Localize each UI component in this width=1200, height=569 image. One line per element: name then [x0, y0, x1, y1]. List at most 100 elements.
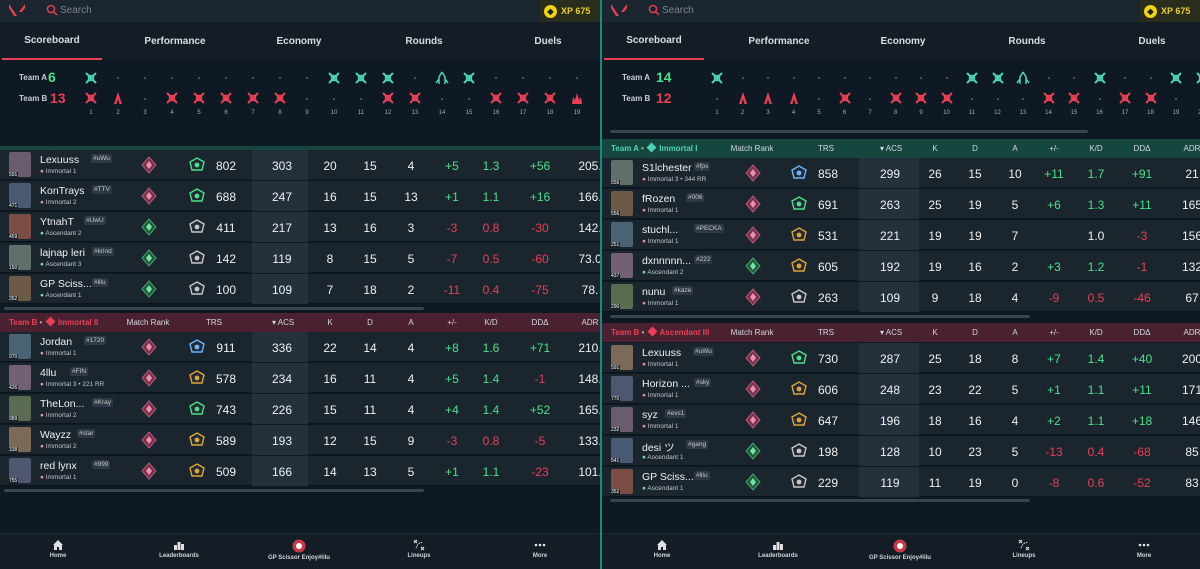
round-7-team-b-elim-icon[interactable] — [246, 91, 260, 105]
round-9-team-b-elim-icon[interactable] — [914, 91, 928, 105]
round-2-team-b-spike-icon[interactable] — [111, 91, 125, 105]
player-row[interactable]: 591 Lexuuss #uWu ● Immortal 1 802 303 20 15 4 +5 1… — [0, 150, 600, 180]
player-row[interactable]: 591 Lexuuss #uWu ● Immortal 1 730 287 25 18 8 +7 1… — [602, 343, 1200, 373]
player-name[interactable]: lajnap leri — [40, 247, 85, 259]
nav-item-0[interactable]: Home — [612, 539, 712, 559]
search-input[interactable] — [662, 2, 962, 18]
tab-rounds[interactable]: Rounds — [977, 22, 1077, 60]
tab-economy[interactable]: Economy — [249, 22, 349, 60]
player-row[interactable]: 970 Jordan #1720 ● Immortal 1 911 336 22 14 4 +8 1… — [0, 332, 600, 362]
nav-item-0[interactable]: Home — [8, 539, 108, 559]
nav-item-2[interactable]: GP Scissor Enjoy#lilu — [249, 539, 349, 561]
round-3-team-b-spike-icon[interactable] — [761, 91, 775, 105]
column-a[interactable]: A — [1012, 144, 1017, 153]
column-k[interactable]: K — [932, 328, 937, 337]
round-6-team-b-elim-icon[interactable] — [219, 91, 233, 105]
player-name[interactable]: syz — [642, 409, 658, 421]
column-k[interactable]: K — [327, 318, 332, 327]
round-6-team-b-elim-icon[interactable] — [838, 91, 852, 105]
nav-item-3[interactable]: Lineups — [369, 539, 469, 559]
column-d[interactable]: D — [972, 328, 978, 337]
column-acs[interactable]: ACS — [886, 328, 902, 337]
column-d[interactable]: D — [367, 318, 373, 327]
nav-item-1[interactable]: Leaderboards — [728, 539, 828, 559]
player-name[interactable]: 4llu — [40, 367, 56, 379]
round-17-team-b-elim-icon[interactable] — [1118, 91, 1132, 105]
player-name[interactable]: nunu — [642, 286, 665, 298]
column-adr[interactable]: ADR — [1184, 328, 1200, 337]
column-kd[interactable]: K/D — [484, 318, 497, 327]
search-icon[interactable] — [46, 4, 58, 16]
tab-performance[interactable]: Performance — [125, 22, 225, 60]
player-name[interactable]: Jordan — [40, 336, 72, 348]
tab-duels[interactable]: Duels — [1102, 22, 1200, 60]
team-b-scrollbar[interactable] — [610, 499, 1030, 502]
column-dd[interactable]: DDΔ — [1134, 328, 1151, 337]
timeline-scrollbar[interactable] — [610, 130, 1088, 133]
player-name[interactable]: Wayzz — [40, 429, 71, 441]
nav-item-4[interactable]: More — [490, 539, 590, 559]
xp-badge[interactable]: ◆ XP 675 — [1140, 0, 1200, 22]
column-trs[interactable]: TRS — [818, 144, 834, 153]
player-row[interactable]: 352 GP Sciss... #lilu ● Ascendant 1 229 119 11… — [602, 467, 1200, 497]
round-4-team-b-elim-icon[interactable] — [165, 91, 179, 105]
round-8-team-b-elim-icon[interactable] — [889, 91, 903, 105]
column-k[interactable]: K — [932, 144, 937, 153]
round-12-team-b-elim-icon[interactable] — [381, 91, 395, 105]
round-1-team-b-elim-icon[interactable] — [84, 91, 98, 105]
player-name[interactable]: GP Sciss... — [40, 278, 92, 290]
player-row[interactable]: 471 KonTrays #TTV ● Immortal 2 688 247 16 15 13 +… — [0, 181, 600, 211]
player-row[interactable]: 541 desi ツ #gang ● Ascendant 1 198 128 10 23 5 -1… — [602, 436, 1200, 466]
column-pm[interactable]: +/- — [1049, 144, 1059, 153]
round-11-team-a-elim-icon[interactable] — [965, 71, 979, 85]
search-input[interactable] — [60, 2, 360, 18]
player-row[interactable]: 290 nunu #kaze ● Immortal 1 263 109 9 18 4 -9 0.5 -… — [602, 282, 1200, 312]
round-13-team-b-elim-icon[interactable] — [408, 91, 422, 105]
player-row[interactable]: 232 syz #evs1 ● Immortal 1 647 196 18 16 4 +2 1.1 +… — [602, 405, 1200, 435]
player-name[interactable]: dxnnnnn... — [642, 255, 691, 267]
player-name[interactable]: Horizon ... — [642, 378, 690, 390]
player-row[interactable]: 770 Horizon ... #sky ● Immortal 1 606 248 23 22… — [602, 374, 1200, 404]
column-d[interactable]: D — [972, 144, 978, 153]
player-name[interactable]: Lexuuss — [40, 154, 79, 166]
player-name[interactable]: Lexuuss — [642, 347, 681, 359]
player-name[interactable]: GP Sciss... — [642, 471, 694, 483]
round-19-team-a-elim-icon[interactable] — [1169, 71, 1183, 85]
player-row[interactable]: 338 Wayzz #star ● Immortal 2 589 193 12 15 9 -3 0.… — [0, 425, 600, 455]
round-16-team-a-elim-icon[interactable] — [1093, 71, 1107, 85]
round-15-team-b-elim-icon[interactable] — [1067, 91, 1081, 105]
player-name[interactable]: red lynx — [40, 460, 77, 472]
xp-badge[interactable]: ◆ XP 675 — [540, 0, 600, 22]
column-dd[interactable]: DDΔ — [532, 318, 549, 327]
valorant-logo-icon[interactable] — [610, 3, 628, 17]
player-name[interactable]: TheLon... — [40, 398, 84, 410]
tab-performance[interactable]: Performance — [729, 22, 829, 60]
round-14-team-b-elim-icon[interactable] — [1042, 91, 1056, 105]
column-pm[interactable]: +/- — [447, 318, 457, 327]
tab-rounds[interactable]: Rounds — [374, 22, 474, 60]
round-8-team-b-elim-icon[interactable] — [273, 91, 287, 105]
round-10-team-a-elim-icon[interactable] — [327, 71, 341, 85]
column-dd[interactable]: DDΔ — [1134, 144, 1151, 153]
column-acs[interactable]: ACS — [278, 318, 294, 327]
round-15-team-a-elim-icon[interactable] — [462, 71, 476, 85]
column-adr[interactable]: ADR — [1184, 144, 1200, 153]
round-11-team-a-elim-icon[interactable] — [354, 71, 368, 85]
column-pm[interactable]: +/- — [1049, 328, 1059, 337]
player-row[interactable]: 251 stuchl... #PECKA ● Immortal 1 531 221 19 19… — [602, 220, 1200, 250]
nav-item-4[interactable]: More — [1094, 539, 1194, 559]
column-kd[interactable]: K/D — [1089, 328, 1102, 337]
round-18-team-b-elim-icon[interactable] — [1144, 91, 1158, 105]
column-match_rank[interactable]: Match Rank — [731, 328, 774, 337]
nav-item-3[interactable]: Lineups — [974, 539, 1074, 559]
team-a-scrollbar[interactable] — [610, 315, 1030, 318]
player-name[interactable]: YtnahT — [40, 216, 74, 228]
round-4-team-b-spike-icon[interactable] — [787, 91, 801, 105]
column-trs[interactable]: TRS — [206, 318, 222, 327]
sort-arrow-icon[interactable]: ▾ — [880, 328, 884, 337]
player-row[interactable]: 150 lajnap leri #krind ● Ascendant 3 142 119 8… — [0, 243, 600, 273]
round-1-team-a-elim-icon[interactable] — [710, 71, 724, 85]
player-row[interactable]: 989 TheLon... #Kray ● Immortal 2 743 226 15 11 4… — [0, 394, 600, 424]
player-row[interactable]: 755 red lynx #999 ● Immortal 1 509 166 14 13 5 +1… — [0, 456, 600, 486]
round-20-team-a-elim-icon[interactable] — [1195, 71, 1200, 85]
